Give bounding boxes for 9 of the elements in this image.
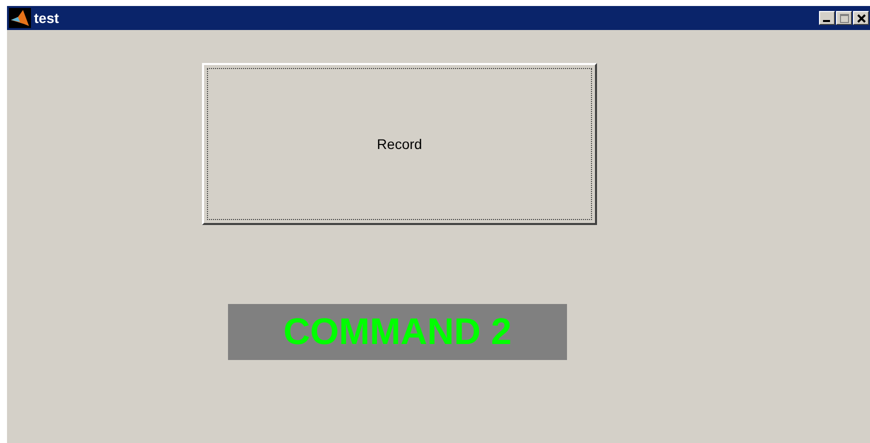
close-icon [856,14,866,22]
status-label: COMMAND 2 [283,310,512,354]
minimize-button[interactable] [819,11,835,25]
window-title: test [34,8,59,28]
close-button[interactable] [853,11,869,25]
record-button[interactable]: Record [202,63,597,225]
maximize-icon [840,14,848,22]
maximize-button[interactable] [836,11,852,25]
app-logo-icon [9,8,31,28]
